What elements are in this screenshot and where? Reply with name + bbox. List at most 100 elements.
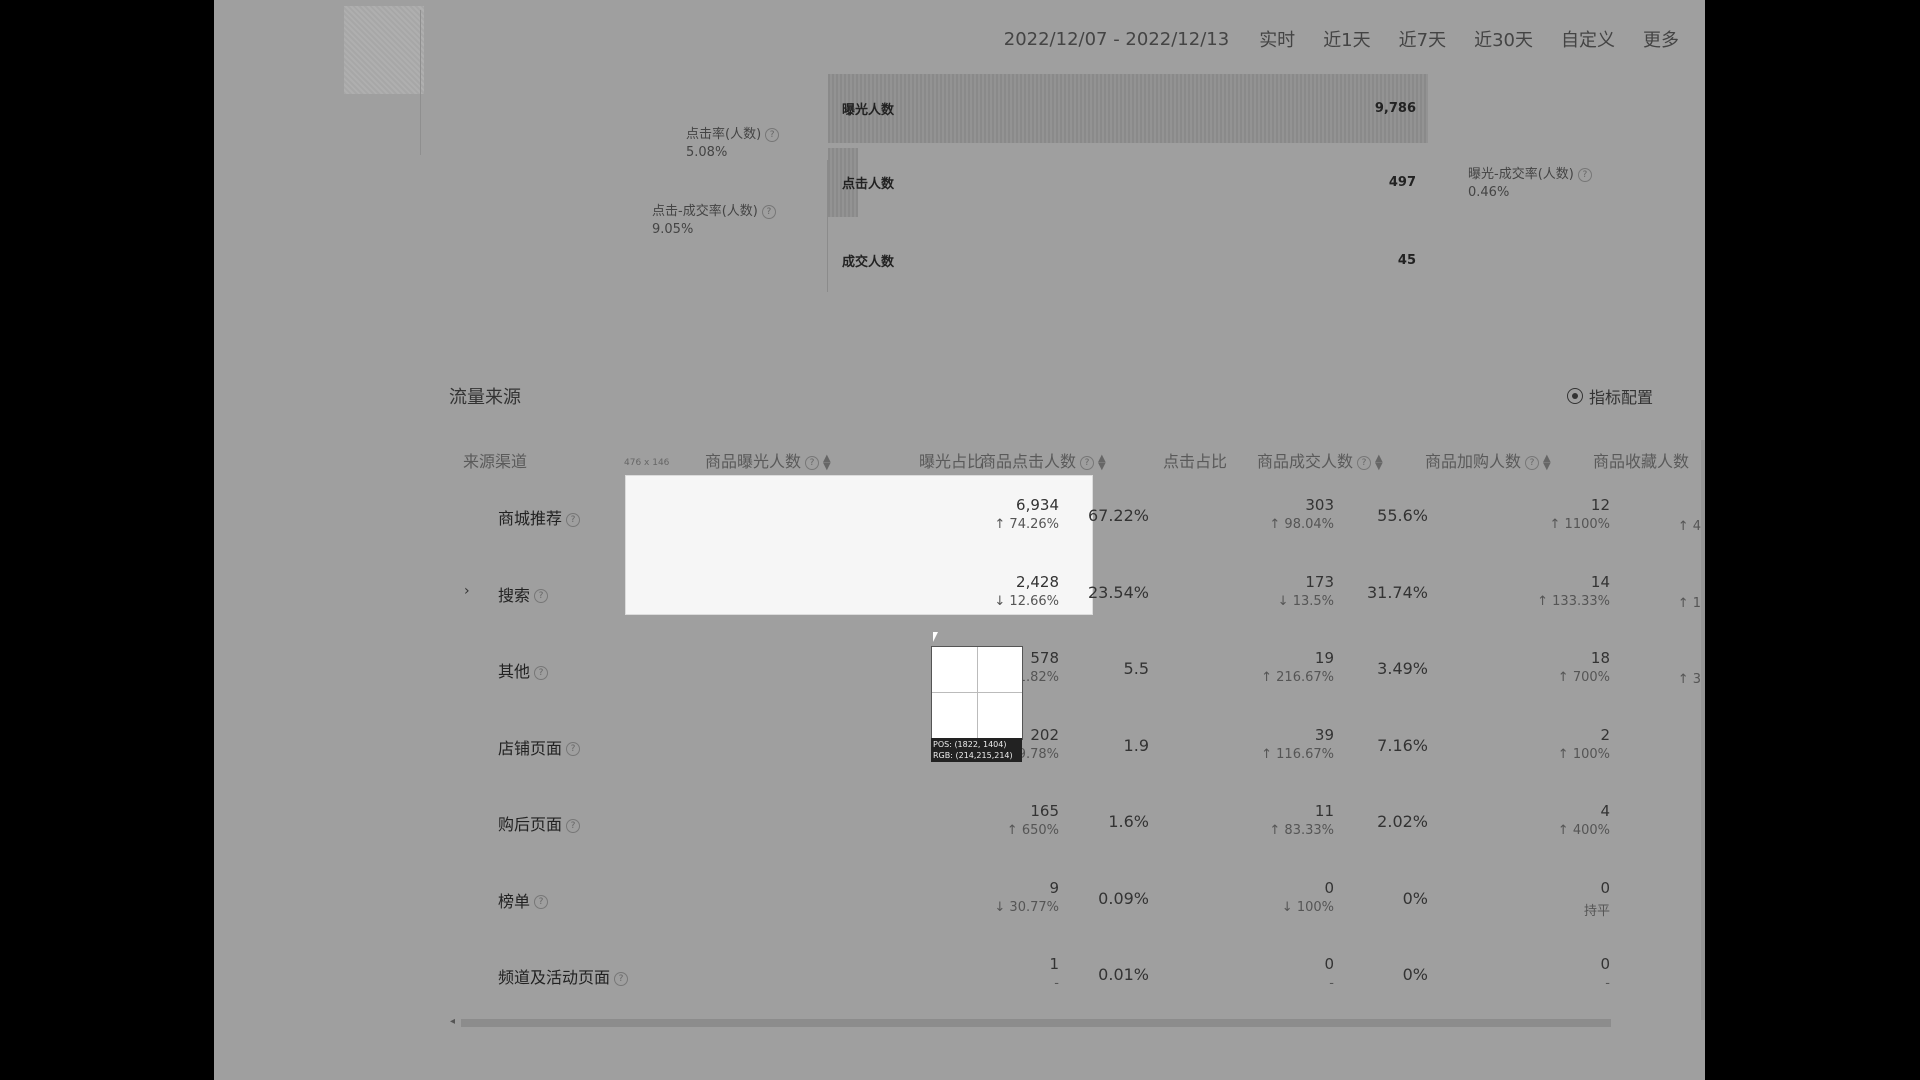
source-name: 商城推荐? — [498, 505, 581, 529]
source-name-label: 其他 — [498, 662, 531, 681]
cell-deal: 0 持平 — [1584, 879, 1610, 919]
date-option-7days[interactable]: 近7天 — [1399, 26, 1446, 52]
magnifier-pos: POS: (1822, 1404) — [933, 740, 1007, 749]
cell-expo-change: ↑ 650% — [1006, 823, 1059, 838]
help-icon[interactable]: ? — [805, 455, 820, 470]
cell-expo-value: 9 — [1049, 878, 1059, 897]
cell-expo-share: 0.09% — [1098, 888, 1149, 908]
help-icon[interactable]: ? — [566, 818, 581, 833]
date-option-30days[interactable]: 近30天 — [1474, 26, 1533, 52]
expo-to-deal-rate: 曝光-成交率(人数)? 0.46% — [1468, 166, 1592, 202]
table-row[interactable]: › 搜索? 2,428 ↓ 12.66% 23.54% 173 ↓ 13.5% 31.74% 1… — [414, 553, 1701, 629]
cell-fav-change: ↑ 1 — [1677, 595, 1701, 611]
horizontal-scrollbar[interactable] — [461, 1019, 1611, 1027]
help-icon[interactable]: ? — [534, 665, 549, 680]
help-icon[interactable]: ? — [534, 895, 549, 909]
table-row[interactable]: 其他?578↑ 161.82%5.519↑ 216.67%3.49%18↑ 70… — [414, 629, 1701, 705]
cell-expo: 165 ↑ 650% — [1007, 802, 1059, 838]
table-row[interactable]: 榜单?9↓ 30.77%0.09%0↓ 100%0%0持平0持平 — [414, 859, 1701, 935]
section-title: 流量来源 — [449, 387, 521, 408]
cell-click-share: 2.02% — [1377, 812, 1428, 831]
table-row[interactable]: 店铺页面? 202 ↑ 9.78% 1.9 39 ↑ 116.67% 7.16% 2 ↑ 100… — [414, 706, 1701, 782]
help-icon[interactable]: ? — [534, 589, 549, 603]
cell-deal-change: ↑ 100% — [1557, 746, 1610, 762]
expand-chevron-icon[interactable]: › — [464, 583, 470, 599]
cell-click-change: ↑ 116.67% — [1261, 746, 1334, 762]
metric-config-label: 指标配置 — [1588, 388, 1653, 407]
cell-deal-change: ↑ 400% — [1557, 823, 1610, 838]
funnel-step-value: 9,786 — [1374, 101, 1416, 116]
date-option-custom[interactable]: 自定义 — [1561, 26, 1615, 52]
source-name: 频道及活动页面? — [498, 964, 629, 988]
col-cart-label: 商品加购人数 — [1425, 452, 1522, 471]
magnifier-loupe — [931, 646, 1023, 740]
cell-deal-value: 18 — [1590, 649, 1610, 667]
sort-icon[interactable]: ▲ ▼ — [1543, 453, 1551, 471]
date-option-more[interactable]: 更多 — [1643, 26, 1679, 52]
col-click[interactable]: 商品点击人数? ▲ ▼ — [980, 448, 1106, 472]
date-option-1day[interactable]: 近1天 — [1323, 26, 1370, 52]
magnifier-info: POS: (1822, 1404) RGB: (214,215,214) — [931, 738, 1022, 762]
funnel-fill — [828, 74, 1428, 143]
cell-click-change: ↓ 13.5% — [1277, 593, 1334, 609]
table-row[interactable]: 购后页面? 165 ↑ 650% 1.6% 11 ↑ 83.33% 2.02% 4 ↑ 400%… — [414, 782, 1701, 858]
cell-expo-value: 165 — [1030, 802, 1059, 820]
sort-icon[interactable]: ▲ ▼ — [1098, 453, 1106, 471]
cell-click: 0- — [1324, 955, 1334, 991]
cell-click: 11 ↑ 83.33% — [1269, 802, 1334, 838]
cell-deal: 12 ↑ 1100% — [1550, 496, 1610, 532]
cell-expo-value: 1 — [1049, 955, 1059, 973]
source-name-label: 商城推荐 — [498, 509, 563, 528]
help-icon[interactable]: ? — [1080, 455, 1095, 470]
col-deal[interactable]: 商品成交人数? ▲ ▼ — [1257, 448, 1383, 472]
cell-click: 173 ↓ 13.5% — [1278, 573, 1334, 609]
funnel-step-label: 曝光人数 — [842, 103, 895, 118]
help-icon[interactable]: ? — [761, 204, 776, 219]
help-icon[interactable]: ? — [1577, 167, 1592, 182]
help-icon[interactable]: ? — [1525, 455, 1540, 470]
cell-click-value: 39 — [1314, 725, 1334, 744]
blurred-thumbnail — [344, 6, 424, 94]
cell-click-value: 0 — [1324, 955, 1334, 973]
help-icon[interactable]: ? — [566, 742, 581, 756]
cell-expo: 2,428 ↓ 12.66% — [994, 573, 1059, 609]
metric-config-button[interactable]: 指标配置 — [1566, 384, 1653, 408]
cell-deal: 0- — [1600, 955, 1610, 991]
scroll-left-arrow[interactable]: ◂ — [450, 1016, 455, 1027]
help-icon[interactable]: ? — [1357, 455, 1372, 470]
help-icon[interactable]: ? — [614, 971, 629, 986]
divider — [420, 10, 421, 155]
date-filter-bar: 2022/12/07 - 2022/12/13 实时 近1天 近7天 近30天 … — [1004, 26, 1679, 52]
cell-deal-change: ↑ 133.33% — [1537, 593, 1610, 609]
app-canvas: 2022/12/07 - 2022/12/13 实时 近1天 近7天 近30天 … — [214, 0, 1705, 1080]
col-click-label: 商品点击人数 — [980, 452, 1077, 471]
settings-icon — [1566, 388, 1583, 404]
table-row[interactable]: 商城推荐? 6,934 ↑ 74.26% 67.22% 303 ↑ 98.04% 55.6%… — [414, 476, 1701, 552]
source-name-label: 购后页面 — [498, 815, 563, 834]
vertical-scrollbar[interactable] — [1701, 440, 1705, 1020]
cell-expo-change: ↓ 12.66% — [994, 593, 1059, 609]
date-range-picker[interactable]: 2022/12/07 - 2022/12/13 — [1004, 29, 1229, 50]
cell-fav: ↑ 1 — [1678, 593, 1701, 611]
cell-click-change: ↑ 216.67% — [1261, 670, 1334, 685]
col-expo[interactable]: 商品曝光人数? ▲ ▼ — [705, 448, 831, 472]
cell-click-change: - — [1329, 976, 1334, 991]
sort-icon[interactable]: ▲ ▼ — [1375, 453, 1383, 471]
table-row[interactable]: 频道及活动页面?1-0.01%0-0%0-0- — [414, 935, 1701, 1011]
source-name: 其他? — [498, 658, 549, 682]
help-icon[interactable]: ? — [765, 127, 780, 142]
source-name-label: 搜索 — [498, 585, 531, 605]
cell-click-share: 7.16% — [1377, 735, 1428, 755]
click-to-deal-value: 9.05% — [652, 222, 694, 237]
cell-fav-change: ↑ 4 — [1677, 519, 1701, 534]
col-cart[interactable]: 商品加购人数? ▲ ▼ — [1425, 448, 1551, 472]
col-expo-share: 曝光占比 — [919, 452, 984, 471]
date-option-realtime[interactable]: 实时 — [1259, 26, 1295, 52]
cell-expo-share: 1.6% — [1108, 812, 1149, 831]
magnifier-rgb: RGB: (214,215,214) — [933, 751, 1013, 760]
cell-click-share: 3.49% — [1377, 659, 1428, 678]
help-icon[interactable]: ? — [566, 512, 581, 527]
col-click-share: 点击占比 — [1163, 452, 1228, 471]
cell-deal-value: 0 — [1600, 955, 1610, 973]
sort-icon[interactable]: ▲ ▼ — [823, 453, 831, 471]
